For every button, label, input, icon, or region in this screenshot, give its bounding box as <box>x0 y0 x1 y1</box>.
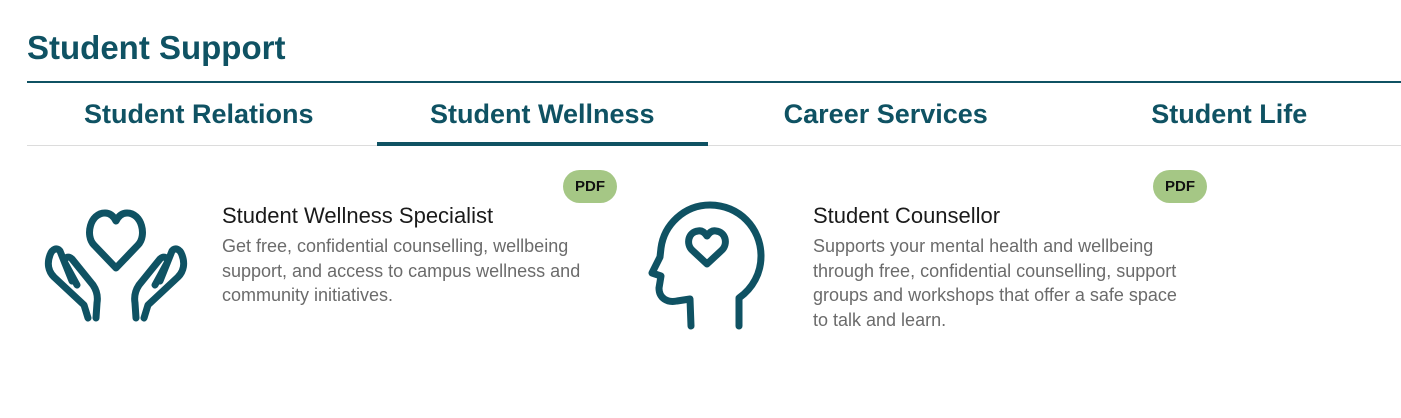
page-title: Student Support <box>27 29 286 66</box>
tab-student-relations[interactable]: Student Relations <box>27 83 371 145</box>
wellness-specialist-card: Student Wellness Specialist Get free, co… <box>27 165 622 365</box>
card-text: Student Counsellor Supports your mental … <box>813 203 1183 332</box>
tab-student-life[interactable]: Student Life <box>1058 83 1401 145</box>
card-text: Student Wellness Specialist Get free, co… <box>222 203 602 308</box>
card-title: Student Wellness Specialist <box>222 203 494 228</box>
tab-career-services[interactable]: Career Services <box>714 83 1058 145</box>
hands-holding-heart-icon <box>44 209 188 322</box>
card-description: Get free, confidential counselling, well… <box>222 236 581 305</box>
head-with-heart-icon <box>648 201 765 330</box>
pdf-badge[interactable]: PDF <box>563 170 617 203</box>
tab-bar: Student Relations Student Wellness Caree… <box>27 83 1401 146</box>
card-title: Student Counsellor <box>813 203 1001 228</box>
tab-student-wellness[interactable]: Student Wellness <box>371 83 715 146</box>
student-counsellor-card: Student Counsellor Supports your mental … <box>625 165 1215 365</box>
card-description: Supports your mental health and wellbein… <box>813 236 1177 330</box>
pdf-badge[interactable]: PDF <box>1153 170 1207 203</box>
